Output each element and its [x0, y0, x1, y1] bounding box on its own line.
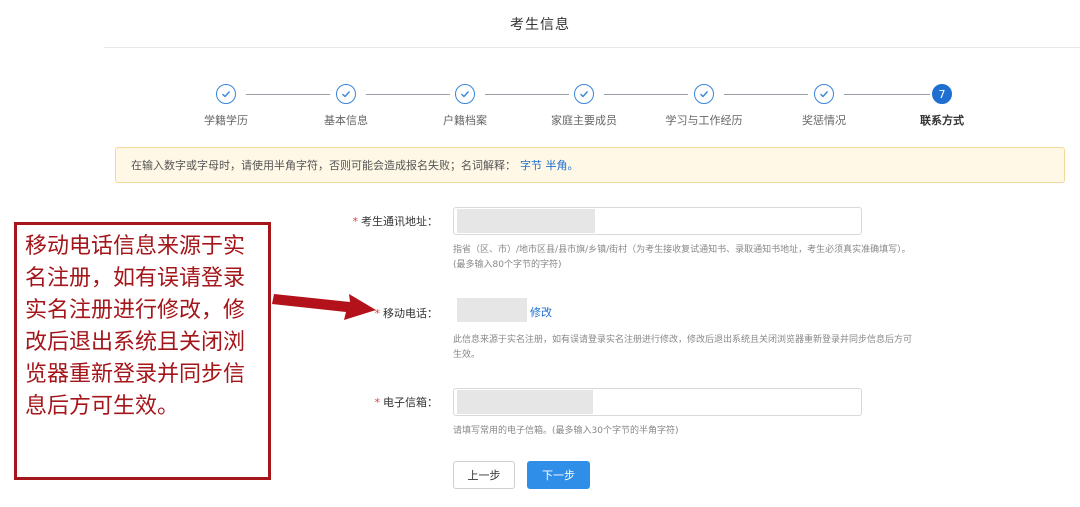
- step-connector: [485, 94, 569, 95]
- mobile-label-text: 移动电话：: [383, 307, 438, 320]
- step-7-number[interactable]: 7: [932, 84, 952, 104]
- address-label-text: 考生通讯地址：: [361, 215, 438, 228]
- progress-steps: 7 学籍学历 基本信息 户籍档案 家庭主要成员 学习与工作经历 奖惩情况 联系方…: [0, 84, 1080, 134]
- mobile-value-redacted: [457, 298, 527, 322]
- step-label-2: 基本信息: [324, 114, 368, 127]
- notice-banner: 在输入数字或字母时，请使用半角字符，否则可能会造成报名失败；名词解释： 字节 半…: [115, 147, 1065, 183]
- required-mark: *: [374, 396, 381, 409]
- step-label-6: 奖惩情况: [802, 114, 846, 127]
- prev-step-button[interactable]: 上一步: [453, 461, 515, 489]
- step-label-7: 联系方式: [920, 114, 964, 127]
- step-connector: [604, 94, 688, 95]
- step-3-check-icon[interactable]: [455, 84, 475, 104]
- step-2-check-icon[interactable]: [336, 84, 356, 104]
- annotation-callout: 移动电话信息来源于实名注册，如有误请登录实名注册进行修改，修改后退出系统且关闭浏…: [14, 222, 271, 480]
- step-4-check-icon[interactable]: [574, 84, 594, 104]
- address-hint-line2: (最多输入80个字节的字符): [453, 260, 562, 270]
- step-connector: [724, 94, 808, 95]
- email-hint: 请填写常用的电子信箱。(最多输入30个字节的半角字符): [453, 426, 679, 436]
- step-connector: [366, 94, 450, 95]
- step-label-1: 学籍学历: [204, 114, 248, 127]
- annotation-arrow-icon: [272, 294, 376, 320]
- notice-link[interactable]: 字节 半角。: [520, 157, 579, 173]
- step-label-3: 户籍档案: [443, 114, 487, 127]
- step-6-check-icon[interactable]: [814, 84, 834, 104]
- step-connector: [246, 94, 330, 95]
- email-value-redacted: [457, 390, 593, 414]
- address-hint: 指省（区、市）/地市区县/县市旗/乡镇/街村（为考生接收复试通知书、录取通知书地…: [453, 243, 1013, 273]
- address-value-redacted: [457, 209, 595, 233]
- email-label-text: 电子信箱：: [383, 396, 438, 409]
- page-title: 考生信息: [510, 17, 570, 33]
- mobile-hint-line1: 此信息来源于实名注册，如有误请登录实名注册进行修改，修改后退出系统且关闭浏览器重…: [453, 335, 913, 345]
- address-label: * 考生通讯地址：: [318, 213, 439, 229]
- step-connector: [844, 94, 930, 95]
- header-divider: [104, 47, 1080, 48]
- required-mark: *: [352, 215, 359, 228]
- email-label: * 电子信箱：: [318, 394, 439, 410]
- address-hint-line1: 指省（区、市）/地市区县/县市旗/乡镇/街村（为考生接收复试通知书、录取通知书地…: [453, 245, 911, 255]
- mobile-hint: 此信息来源于实名注册，如有误请登录实名注册进行修改，修改后退出系统且关闭浏览器重…: [453, 333, 1013, 363]
- step-label-5: 学习与工作经历: [665, 114, 743, 127]
- step-1-check-icon[interactable]: [216, 84, 236, 104]
- mobile-hint-line2: 生效。: [453, 350, 481, 360]
- notice-text: 在输入数字或字母时，请使用半角字符，否则可能会造成报名失败；名词解释：: [131, 159, 516, 172]
- next-step-button[interactable]: 下一步: [527, 461, 590, 489]
- step-5-check-icon[interactable]: [694, 84, 714, 104]
- mobile-modify-link[interactable]: 修改: [530, 304, 552, 320]
- step-label-4: 家庭主要成员: [551, 114, 617, 127]
